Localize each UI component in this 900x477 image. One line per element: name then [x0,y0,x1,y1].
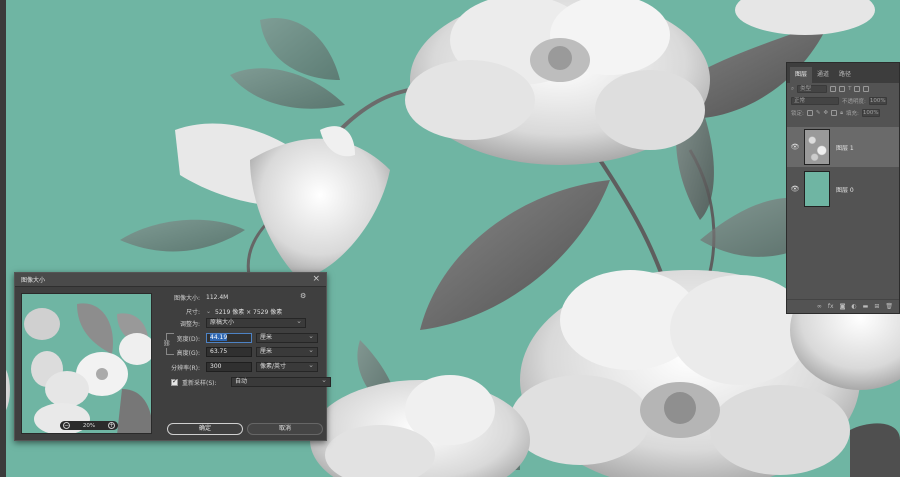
width-value: 44.19 [210,334,228,341]
lock-transparency-icon[interactable] [806,110,813,116]
layers-panel-tabs: 图层 通道 路径 [787,63,899,83]
trash-icon[interactable]: 🗑︎ [885,303,893,310]
layer-row-1[interactable]: 👁︎ 图层 1 [787,127,899,167]
gear-icon[interactable]: ⚙ [300,292,306,300]
eye-icon[interactable]: 👁︎ [790,185,800,193]
fit-row: 调整为: 原稿大小 [148,317,306,328]
preview-zoom-bar: − 20% + [60,421,118,430]
zoom-in-button[interactable]: + [107,422,115,429]
filter-smart-icon[interactable] [863,86,870,92]
height-input[interactable]: 63.75 [206,347,252,357]
width-label: 宽度(D): [176,335,200,343]
dimensions-label: 尺寸: [185,309,200,316]
lock-all-icon[interactable]: 🔒︎ [840,110,843,117]
mask-icon[interactable]: ◙ [840,303,846,310]
layer-filter-select[interactable]: 类型 [797,85,828,93]
resolution-label: 分辨率(R): [171,364,200,372]
layer-name[interactable]: 图层 1 [836,143,854,152]
lock-move-icon[interactable]: ✥ [823,110,828,116]
resample-checkbox[interactable] [171,377,178,386]
opacity-label: 不透明度: [842,99,866,105]
layer-name[interactable]: 图层 0 [836,185,854,194]
resolution-row: 分辨率(R): 300 像素/英寸 [148,361,318,372]
tab-paths[interactable]: 路径 [834,67,856,83]
toolbar-edge [0,0,6,477]
width-input[interactable]: 44.19 [206,333,252,343]
image-size-label: 图像大小: [173,295,200,302]
chevron-down-icon[interactable]: ⌄ [206,308,211,315]
ok-button[interactable]: 确定 [167,423,243,435]
dialog-title: 图像大小 [21,277,46,284]
blend-row: 正常 不透明度: 100% [787,95,899,107]
height-unit-select[interactable]: 厘米 [256,346,318,357]
opacity-input[interactable]: 100% [868,97,887,105]
close-icon[interactable]: × [312,275,320,284]
adjustment-icon[interactable]: ◐ [851,303,856,310]
zoom-value: 20% [82,422,96,429]
fit-label: 调整为: [179,320,200,328]
image-preview[interactable]: − 20% + [21,293,152,434]
eye-icon[interactable]: 👁︎ [790,143,800,151]
width-row: 宽度(D): 44.19 厘米 [148,332,318,343]
resample-select[interactable]: 自动 [231,376,331,387]
filter-type-icon[interactable]: T [848,86,851,92]
tab-channels[interactable]: 通道 [812,67,834,83]
fill-input[interactable]: 100% [861,109,880,117]
search-icon: ⌕ [791,85,795,92]
image-size-value: 112.4M [206,294,229,301]
layer-filter-row: ⌕ 类型 T [787,83,899,95]
filter-shape-icon[interactable] [854,86,861,92]
layer-thumbnail [804,171,830,207]
layers-panel: 图层 通道 路径 ⌕ 类型 T 正常 不透明度: 100% 锁定: ✎ ✥ 🔒︎… [786,62,900,314]
folder-icon[interactable]: ▬ [863,303,869,310]
tab-layers[interactable]: 图层 [790,67,813,83]
dimensions-row: 尺寸: ⌄ 5219 像素 × 7529 像素 [148,307,282,316]
blend-mode-select[interactable]: 正常 [791,97,839,105]
filter-adjustment-icon[interactable] [839,86,846,92]
height-label: 高度(G): [176,349,200,357]
dimensions-value: 5219 像素 × 7529 像素 [215,309,283,316]
lock-artboard-icon[interactable] [831,110,838,116]
preview-artwork [24,303,151,433]
resample-row: 重新采样(S): 自动 [171,376,331,387]
link-icon[interactable]: ∞ [817,303,822,310]
cancel-button[interactable]: 取消 [247,423,323,435]
filter-pixel-icon[interactable] [830,86,837,92]
dialog-titlebar[interactable]: 图像大小 × [15,273,326,287]
resample-label: 重新采样(S): [182,379,217,387]
layers-footer: ∞ fx ◙ ◐ ▬ ⊞ 🗑︎ [787,299,899,313]
fill-label: 填充: [846,111,859,117]
fx-icon[interactable]: fx [828,303,834,310]
fit-select[interactable]: 原稿大小 [206,317,306,328]
resolution-unit-select[interactable]: 像素/英寸 [256,361,318,372]
height-row: 高度(G): 63.75 厘米 [148,346,318,357]
image-size-row: 图像大小: 112.4M [148,293,228,302]
zoom-out-button[interactable]: − [63,422,70,429]
lock-row: 锁定: ✎ ✥ 🔒︎ 填充: 100% [787,107,899,119]
width-unit-select[interactable]: 厘米 [256,332,318,343]
lock-paint-icon[interactable]: ✎ [816,110,821,116]
layer-row-0[interactable]: 👁︎ 图层 0 [787,169,899,209]
layer-thumbnail [804,129,830,165]
resolution-input[interactable]: 300 [206,362,252,372]
new-layer-icon[interactable]: ⊞ [874,303,879,310]
lock-label: 锁定: [791,111,804,117]
